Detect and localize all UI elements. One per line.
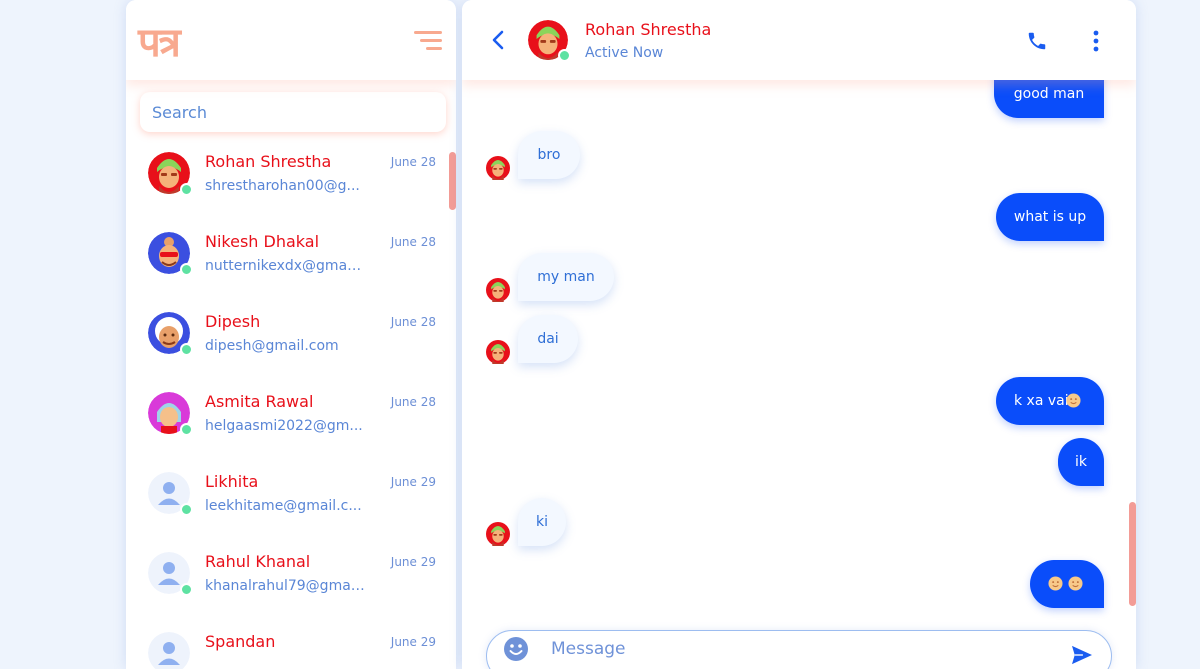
send-icon[interactable] <box>1071 645 1093 665</box>
contact-email: nutternikexdx@gmail.... <box>205 258 365 274</box>
message-sent: k xa vai <box>996 377 1104 425</box>
message-list: good man bro what is up my man dai k xa … <box>462 66 1136 625</box>
avatar <box>148 392 193 436</box>
contact-email: dipesh@gmail.com <box>205 338 339 354</box>
contact-date: June 29 <box>390 475 436 489</box>
contact-name: Asmita Rawal <box>205 392 314 411</box>
message-received: ki <box>518 498 566 546</box>
back-icon[interactable] <box>488 29 508 51</box>
contact-name: Likhita <box>205 472 259 491</box>
smile-emoji-icon <box>1066 393 1081 408</box>
avatar <box>147 311 193 356</box>
chat-scrollbar[interactable] <box>1129 502 1136 606</box>
search-input[interactable] <box>140 92 446 132</box>
contact-item[interactable]: Rahul Khanal khanalrahul79@gmai... June … <box>126 542 456 622</box>
contact-item[interactable]: Dipesh dipesh@gmail.com June 28 <box>126 302 456 382</box>
message-text: k xa vai <box>1014 393 1069 409</box>
phone-icon[interactable] <box>1026 30 1048 52</box>
sidebar-header: पत्र <box>126 0 456 80</box>
avatar <box>148 152 193 196</box>
avatar <box>148 472 193 516</box>
message-sent <box>1030 560 1104 608</box>
app-logo: पत्र <box>138 18 181 66</box>
contact-name: Spandan <box>205 632 276 651</box>
contact-item[interactable]: Likhita leekhitame@gmail.c... June 29 <box>126 462 456 542</box>
more-vertical-icon[interactable] <box>1092 30 1100 52</box>
contact-item[interactable]: Asmita Rawal helgaasmi2022@gm... June 28 <box>126 382 456 462</box>
contact-email: leekhitame@gmail.c... <box>205 498 362 514</box>
message-sent: what is up <box>996 193 1104 241</box>
menu-icon[interactable] <box>412 27 442 53</box>
message-input[interactable] <box>551 636 1021 662</box>
chat-avatar[interactable] <box>528 20 571 62</box>
search-container <box>126 80 456 142</box>
online-indicator <box>180 343 193 356</box>
contact-item[interactable]: Rohan Shrestha shrestharohan00@g... June… <box>126 142 456 222</box>
message-composer <box>486 630 1112 669</box>
online-indicator <box>558 49 571 62</box>
online-indicator <box>180 263 193 276</box>
message-avatar <box>486 278 510 302</box>
sidebar: पत्र Rohan Shrestha shrestharohan00@g...… <box>126 0 456 669</box>
avatar <box>148 552 193 596</box>
contact-name: Rohan Shrestha <box>205 152 332 171</box>
message-avatar <box>486 156 510 180</box>
contact-date: June 29 <box>390 555 436 569</box>
chat-title: Rohan Shrestha Active Now <box>585 20 711 61</box>
message-received: my man <box>518 253 614 301</box>
smile-emoji-icon <box>1068 576 1083 591</box>
contact-email: shrestharohan00@g... <box>205 178 360 194</box>
chat-panel: Rohan Shrestha Active Now good man bro w… <box>462 0 1136 669</box>
online-indicator <box>180 423 193 436</box>
message-avatar <box>486 340 510 364</box>
chat-contact-name: Rohan Shrestha <box>585 19 712 39</box>
message-avatar <box>486 522 510 546</box>
sidebar-scrollbar[interactable] <box>449 152 456 210</box>
contact-item[interactable]: Spandan June 29 <box>126 622 456 669</box>
contact-name: Nikesh Dhakal <box>205 232 320 251</box>
avatar <box>148 632 190 669</box>
message-received: dai <box>518 315 578 363</box>
chat-status: Active Now <box>585 44 664 61</box>
online-indicator <box>180 503 193 516</box>
avatar <box>147 231 193 276</box>
emoji-icon[interactable] <box>503 636 529 662</box>
smile-emoji-icon <box>1048 576 1063 591</box>
contact-list: Rohan Shrestha shrestharohan00@g... June… <box>126 142 456 669</box>
contact-email: khanalrahul79@gmai... <box>205 578 365 594</box>
contact-date: June 28 <box>390 155 436 169</box>
contact-date: June 28 <box>390 235 436 249</box>
contact-date: June 28 <box>390 395 436 409</box>
online-indicator <box>180 583 193 596</box>
online-indicator <box>180 183 193 196</box>
message-received: bro <box>518 131 580 179</box>
contact-date: June 29 <box>390 635 436 649</box>
contact-name: Rahul Khanal <box>205 552 311 571</box>
contact-date: June 28 <box>390 315 436 329</box>
chat-header: Rohan Shrestha Active Now <box>462 0 1136 80</box>
contact-name: Dipesh <box>205 312 261 331</box>
contact-item[interactable]: Nikesh Dhakal nutternikexdx@gmail.... Ju… <box>126 222 456 302</box>
message-sent: ik <box>1058 438 1104 486</box>
contact-email: helgaasmi2022@gm... <box>205 418 363 434</box>
